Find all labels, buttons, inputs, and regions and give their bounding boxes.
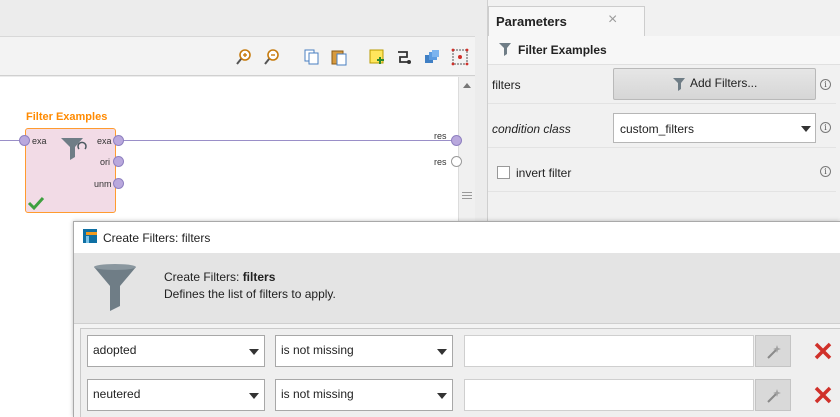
app-logo-icon [83,229,97,243]
filter-funnel-icon [61,138,87,160]
input-port-label: exa [32,136,47,146]
filter-attribute-select[interactable]: neutered [87,379,265,411]
add-filters-label: Add Filters... [690,76,758,90]
magic-wand-icon [767,345,781,359]
param-label-filters: filters [492,78,521,92]
chevron-down-icon [249,393,259,399]
input-port-exa[interactable] [19,135,30,146]
output-port-exa[interactable] [113,135,124,146]
invert-filter-checkbox[interactable] [497,166,510,179]
arrange-icon[interactable] [423,48,441,66]
filter-funnel-icon [94,264,136,311]
connection-line [120,140,453,141]
auto-wire-icon[interactable] [395,48,413,66]
chevron-down-icon [249,349,259,355]
value-helper-button[interactable] [755,335,791,367]
zoom-out-icon[interactable] [263,48,281,66]
filter-attribute-select[interactable]: adopted [87,335,265,367]
parameters-tab-title: Parameters [496,14,567,29]
result-port-2[interactable] [451,156,462,167]
chevron-down-icon [437,349,447,355]
dialog-heading-prefix: Create Filters: [164,270,243,284]
output-port-unm[interactable] [113,178,124,189]
dialog-title: Create Filters: filters [103,231,211,245]
result-port-label: res [434,131,447,141]
scroll-up-arrow-icon[interactable] [463,83,471,88]
filter-operator-select[interactable]: is not missing [275,379,453,411]
output-port-label: exa [97,136,112,146]
scroll-grip [462,192,472,193]
output-port-ori[interactable] [113,156,124,167]
output-port-label: unm [94,179,112,189]
dialog-description: Defines the list of filters to apply. [164,287,336,301]
info-icon[interactable]: i [820,122,831,133]
scroll-grip [462,198,472,199]
condition-class-select[interactable]: custom_filters [613,113,816,143]
filter-funnel-icon [673,78,685,91]
result-port-label: res [434,157,447,167]
filter-operator-value: is not missing [281,343,354,357]
delete-filter-icon[interactable] [813,385,833,405]
fit-view-icon[interactable] [451,48,469,66]
chevron-down-icon [801,126,811,132]
result-port-1[interactable] [451,135,462,146]
filter-value-input[interactable] [464,379,754,411]
operator-title: Filter Examples [26,111,108,123]
chevron-down-icon [437,393,447,399]
output-port-label: ori [100,157,111,167]
filter-value-input[interactable] [464,335,754,367]
dialog-heading-param: filters [242,270,276,284]
copy-icon[interactable] [303,48,321,66]
filter-funnel-icon [499,43,511,56]
add-note-icon[interactable] [368,48,386,66]
param-label-condition-class: condition class [492,122,571,136]
param-label-invert-filter: invert filter [516,166,572,180]
delete-filter-icon[interactable] [813,341,833,361]
filter-attribute-value: adopted [93,343,137,357]
zoom-in-icon[interactable] [235,48,253,66]
info-icon[interactable]: i [820,166,831,177]
canvas-scrollbar[interactable] [458,77,475,227]
canvas-toolbar [0,36,475,76]
condition-class-value: custom_filters [620,122,695,136]
paste-icon[interactable] [330,48,348,66]
filter-operator-select[interactable]: is not missing [275,335,453,367]
success-check-icon [27,196,45,211]
close-icon[interactable]: × [608,11,617,29]
info-icon[interactable]: i [820,79,831,90]
dialog-heading: Create Filters: filters [164,270,275,284]
scroll-grip [462,195,472,196]
selected-operator-name: Filter Examples [518,43,607,57]
value-helper-button[interactable] [755,379,791,411]
magic-wand-icon [767,389,781,403]
filter-operator-value: is not missing [281,387,354,401]
filter-attribute-value: neutered [93,387,141,401]
